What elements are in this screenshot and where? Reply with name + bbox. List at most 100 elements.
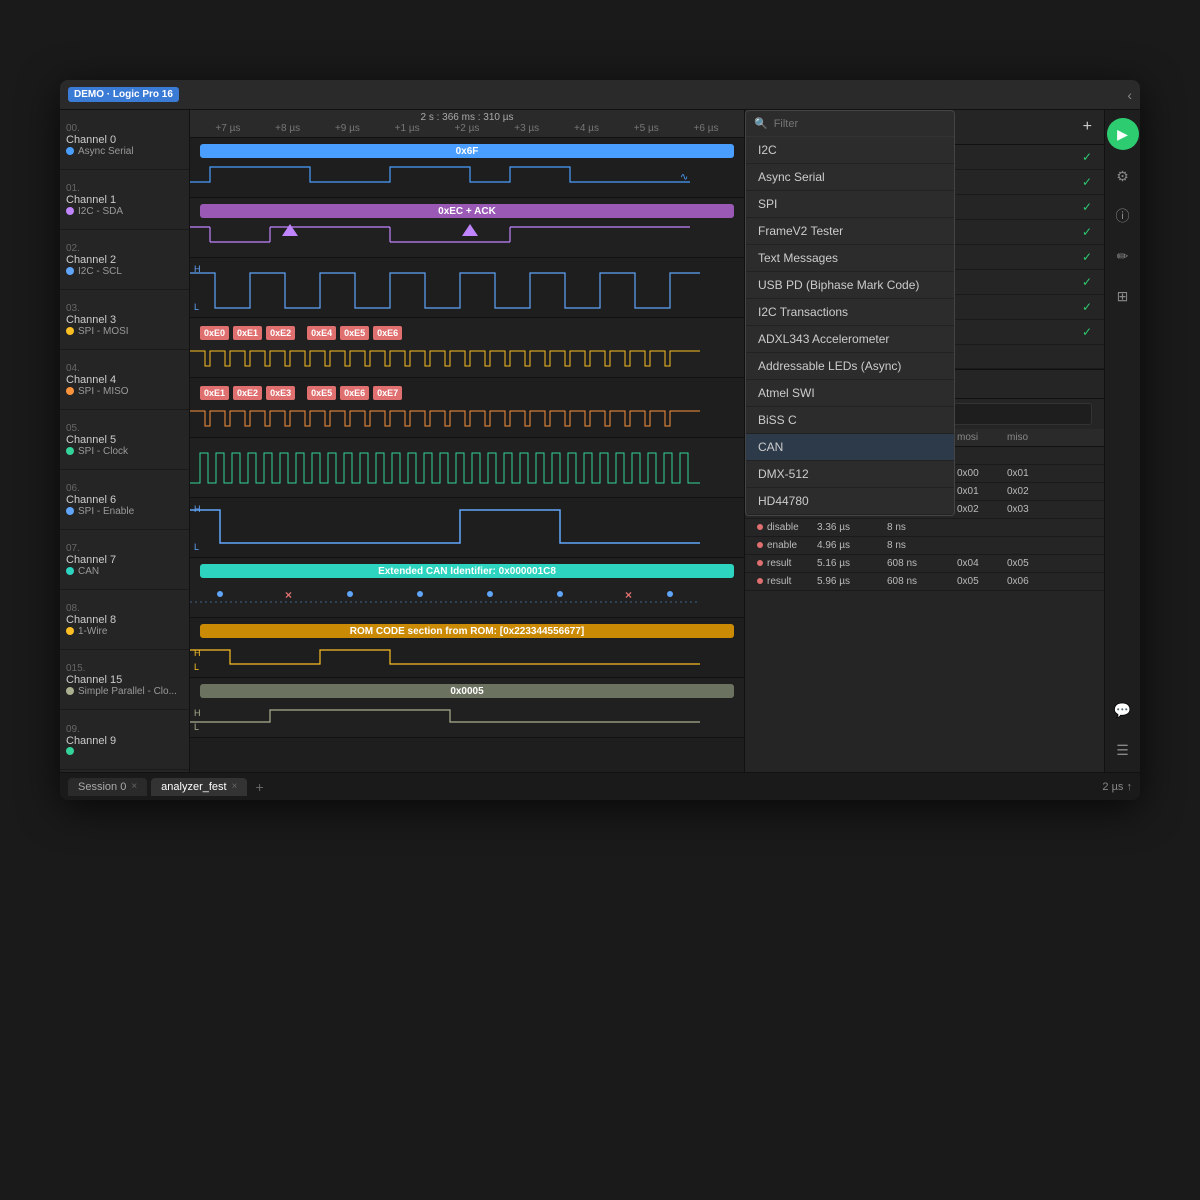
tab-time: 2 µs ↑ bbox=[1102, 781, 1132, 793]
filter-item-usb-pd[interactable]: USB PD (Biphase Mark Code) bbox=[746, 272, 954, 299]
top-bar: DEMO · Logic Pro 16 ‹ bbox=[60, 80, 1140, 110]
decoded-boxes-mosi: 0xE0 0xE1 0xE2 0xE4 0xE5 0xE6 bbox=[200, 326, 402, 340]
waveform-row-ch0: 0x6F ∿ bbox=[190, 138, 744, 198]
channel-dot bbox=[66, 327, 74, 335]
right-sidebar: ▶ ⚙ ⓘ ✏ ⊞ 💬 ☰ bbox=[1104, 110, 1140, 772]
filter-item-biss-c[interactable]: BiSS C bbox=[746, 407, 954, 434]
tab-analyzer-fest[interactable]: analyzer_fest × bbox=[151, 778, 247, 796]
svg-text:×: × bbox=[285, 588, 292, 602]
signal-svg-ch0: ∿ bbox=[190, 162, 744, 192]
waveform-row-ch1: 0xEC + ACK bbox=[190, 198, 744, 258]
svg-text:L: L bbox=[194, 722, 199, 732]
filter-item-i2c[interactable]: I2C bbox=[746, 137, 954, 164]
filter-item-text-messages[interactable]: Text Messages bbox=[746, 245, 954, 272]
tab-close-analyzer-fest[interactable]: × bbox=[232, 781, 238, 792]
filter-input-wrapper: 🔍 bbox=[746, 111, 954, 137]
waveform-area: 2 s : 366 ms : 310 µs +7 µs +8 µs +9 µs … bbox=[190, 110, 744, 772]
channel-item[interactable]: 04. Channel 4 SPI - MISO bbox=[60, 350, 189, 410]
filter-item-framev2[interactable]: FrameV2 Tester bbox=[746, 218, 954, 245]
channel-dot bbox=[66, 507, 74, 515]
svg-text:∿: ∿ bbox=[680, 172, 688, 183]
search-icon: 🔍 bbox=[754, 117, 768, 130]
filter-item-hd44780[interactable]: HD44780 bbox=[746, 488, 954, 515]
channel-list: 00. Channel 0 Async Serial 01. Channel 1… bbox=[60, 110, 190, 772]
info-icon[interactable]: ⓘ bbox=[1109, 202, 1137, 230]
signal-svg-ch4 bbox=[190, 406, 744, 436]
waveform-row-ch5 bbox=[190, 438, 744, 498]
time-ruler: 2 s : 366 ms : 310 µs +7 µs +8 µs +9 µs … bbox=[190, 110, 744, 138]
tab-session0[interactable]: Session 0 × bbox=[68, 778, 147, 796]
svg-text:×: × bbox=[625, 588, 632, 602]
channel-item[interactable]: 06. Channel 6 SPI - Enable bbox=[60, 470, 189, 530]
time-center: 2 s : 366 ms : 310 µs bbox=[420, 112, 513, 123]
svg-text:L: L bbox=[194, 302, 199, 312]
signal-svg-ch5 bbox=[190, 438, 744, 497]
channel-dot bbox=[66, 267, 74, 275]
signal-svg-ch8: H L bbox=[190, 642, 744, 672]
filter-dropdown: 🔍 I2C Async Serial SPI FrameV2 Tester Te… bbox=[745, 110, 955, 516]
menu-icon[interactable]: ☰ bbox=[1109, 736, 1137, 764]
filter-item-can[interactable]: CAN bbox=[746, 434, 954, 461]
channel-item[interactable]: 05. Channel 5 SPI - Clock bbox=[60, 410, 189, 470]
channel-item[interactable]: 00. Channel 0 Async Serial bbox=[60, 110, 189, 170]
collapse-button[interactable]: ‹ bbox=[1127, 87, 1132, 103]
filter-item-atmel-swi[interactable]: Atmel SWI bbox=[746, 380, 954, 407]
channel-item[interactable]: 07. Channel 7 CAN bbox=[60, 530, 189, 590]
filter-input[interactable] bbox=[774, 118, 946, 130]
data-row[interactable]: enable 4.96 µs 8 ns bbox=[745, 537, 1104, 555]
time-ticks: +7 µs +8 µs +9 µs +1 µs +2 µs +3 µs +4 µ… bbox=[190, 123, 744, 134]
filter-item-i2c-transactions[interactable]: I2C Transactions bbox=[746, 299, 954, 326]
proto-bar-ch1: 0xEC + ACK bbox=[200, 204, 734, 218]
channel-item[interactable]: 08. Channel 8 1-Wire bbox=[60, 590, 189, 650]
app-window: DEMO · Logic Pro 16 ‹ 00. Channel 0 Asyn… bbox=[60, 80, 1140, 800]
channel-item[interactable]: 015. Channel 15 Simple Parallel - Clo... bbox=[60, 650, 189, 710]
channel-dot bbox=[66, 147, 74, 155]
decoded-boxes-miso: 0xE1 0xE2 0xE3 0xE5 0xE6 0xE7 bbox=[200, 386, 402, 400]
channel-item[interactable]: 09. Channel 9 bbox=[60, 710, 189, 770]
main-content: 00. Channel 0 Async Serial 01. Channel 1… bbox=[60, 110, 1140, 772]
filter-item-addressable-leds[interactable]: Addressable LEDs (Async) bbox=[746, 353, 954, 380]
add-analyzer-button[interactable]: + bbox=[1083, 118, 1092, 136]
signal-svg-ch6: H L bbox=[190, 498, 744, 557]
waveform-rows: 0x6F ∿ 0xEC + ACK bbox=[190, 138, 744, 772]
play-button[interactable]: ▶ bbox=[1107, 118, 1139, 150]
filter-item-adxl343[interactable]: ADXL343 Accelerometer bbox=[746, 326, 954, 353]
waveform-row-ch2: H L bbox=[190, 258, 744, 318]
waveform-row-ch9: ⚠ This capture contains simulated data bbox=[190, 738, 744, 772]
signal-svg-ch1 bbox=[190, 222, 744, 252]
channel-item[interactable]: 03. Channel 3 SPI - MOSI bbox=[60, 290, 189, 350]
proto-bar-ch0: 0x6F bbox=[200, 144, 734, 158]
add-tab-button[interactable]: + bbox=[251, 777, 267, 797]
svg-text:L: L bbox=[194, 542, 199, 552]
svg-text:H: H bbox=[194, 708, 201, 718]
app-label: DEMO · Logic Pro 16 bbox=[68, 87, 179, 102]
filter-item-spi[interactable]: SPI bbox=[746, 191, 954, 218]
data-row[interactable]: result 5.16 µs 608 ns 0x04 0x05 bbox=[745, 555, 1104, 573]
waveform-row-ch6: H L bbox=[190, 498, 744, 558]
svg-text:H: H bbox=[194, 504, 201, 514]
channel-dot bbox=[66, 447, 74, 455]
right-panel: Analyzers + Async Serial ✓ I2C ✓ bbox=[744, 110, 1104, 772]
channel-item[interactable]: 01. Channel 1 I2C - SDA bbox=[60, 170, 189, 230]
data-row[interactable]: result 5.96 µs 608 ns 0x05 0x06 bbox=[745, 573, 1104, 591]
pencil-icon[interactable]: ✏ bbox=[1109, 242, 1137, 270]
sliders-icon[interactable]: ⚙ bbox=[1109, 162, 1137, 190]
waveform-row-ch7: Extended CAN Identifier: 0x000001C8 × × bbox=[190, 558, 744, 618]
waveform-row-ch4: 0xE1 0xE2 0xE3 0xE5 0xE6 0xE7 bbox=[190, 378, 744, 438]
filter-item-async-serial[interactable]: Async Serial bbox=[746, 164, 954, 191]
waveform-row-ch3: 0xE0 0xE1 0xE2 0xE4 0xE5 0xE6 bbox=[190, 318, 744, 378]
signal-svg-ch7: × × bbox=[190, 582, 744, 612]
grid-icon[interactable]: ⊞ bbox=[1109, 282, 1137, 310]
channel-dot bbox=[66, 567, 74, 575]
signal-svg-ch15: H L bbox=[190, 702, 744, 732]
svg-text:L: L bbox=[194, 662, 199, 672]
signal-svg-ch2: H L bbox=[190, 258, 744, 317]
proto-bar-ch7: Extended CAN Identifier: 0x000001C8 bbox=[200, 564, 734, 578]
channel-dot bbox=[66, 207, 74, 215]
signal-svg-ch3 bbox=[190, 346, 744, 376]
channel-item[interactable]: 02. Channel 2 I2C - SCL bbox=[60, 230, 189, 290]
tab-close-session0[interactable]: × bbox=[131, 781, 137, 792]
filter-item-dmx512[interactable]: DMX-512 bbox=[746, 461, 954, 488]
chat-icon[interactable]: 💬 bbox=[1109, 696, 1137, 724]
data-row[interactable]: disable 3.36 µs 8 ns bbox=[745, 519, 1104, 537]
